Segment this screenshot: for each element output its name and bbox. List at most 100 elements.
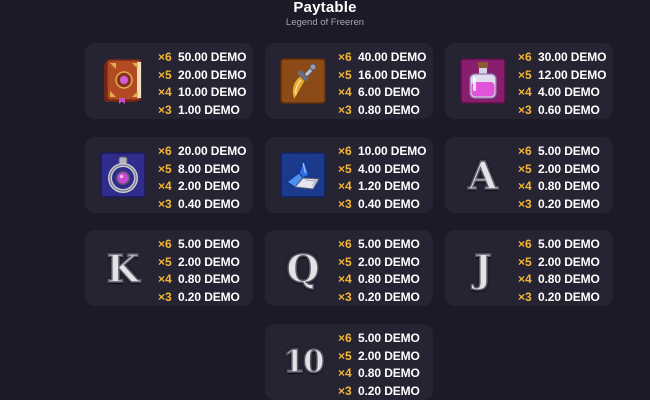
payout-amount: 2.00 DEMO bbox=[538, 161, 600, 176]
payout-amount: 0.20 DEMO bbox=[538, 196, 600, 211]
multiplier-label: ×4 bbox=[518, 85, 532, 99]
pay-row: ×4 0.80 DEMO bbox=[338, 270, 420, 288]
multiplier-label: ×6 bbox=[158, 50, 172, 64]
pay-row: ×4 0.80 DEMO bbox=[158, 270, 240, 288]
payout-amount: 16.00 DEMO bbox=[358, 67, 427, 82]
crystal-icon bbox=[279, 151, 327, 199]
pay-row: ×5 8.00 DEMO bbox=[158, 160, 246, 178]
payout-amount: 0.20 DEMO bbox=[538, 289, 600, 304]
pay-row: ×3 0.40 DEMO bbox=[158, 195, 246, 213]
pay-row: ×3 0.20 DEMO bbox=[518, 288, 600, 306]
multiplier-label: ×5 bbox=[518, 67, 532, 82]
pay-row: ×4 2.00 DEMO bbox=[158, 177, 246, 195]
pay-row: ×4 4.00 DEMO bbox=[518, 83, 606, 101]
paytable-card-dagger: ×6 40.00 DEMO ×5 16.00 DEMO ×4 6.00 DEMO ×3… bbox=[265, 43, 433, 119]
payout-amount: 0.20 DEMO bbox=[358, 289, 420, 304]
payout-amount: 5.00 DEMO bbox=[538, 144, 600, 158]
multiplier-label: ×6 bbox=[338, 50, 352, 64]
pay-row: ×5 20.00 DEMO bbox=[158, 66, 246, 84]
payout-amount: 0.80 DEMO bbox=[178, 272, 240, 286]
letter-q-icon: Q bbox=[286, 245, 321, 292]
multiplier-label: ×6 bbox=[518, 144, 532, 158]
payout-amount: 0.80 DEMO bbox=[538, 179, 600, 193]
payout-amount: 5.00 DEMO bbox=[538, 237, 600, 251]
multiplier-label: ×3 bbox=[338, 289, 352, 304]
payout-amount: 0.80 DEMO bbox=[358, 272, 420, 286]
paytable-card-book: ×6 50.00 DEMO ×5 20.00 DEMO ×4 10.00 DEMO ×… bbox=[85, 43, 253, 119]
pay-row: ×5 2.00 DEMO bbox=[158, 253, 240, 271]
pay-row: ×3 0.20 DEMO bbox=[338, 288, 420, 306]
multiplier-label: ×6 bbox=[338, 144, 352, 158]
multiplier-label: ×3 bbox=[518, 289, 532, 304]
payout-amount: 10.00 DEMO bbox=[178, 85, 247, 99]
multiplier-label: ×6 bbox=[518, 50, 532, 64]
payout-amount: 0.80 DEMO bbox=[538, 272, 600, 286]
payout-amount: 40.00 DEMO bbox=[358, 50, 427, 64]
multiplier-label: ×4 bbox=[338, 272, 352, 286]
payout-amount: 0.80 DEMO bbox=[358, 366, 420, 380]
payout-amount: 8.00 DEMO bbox=[178, 161, 240, 176]
book-icon bbox=[99, 57, 147, 105]
payout-amount: 2.00 DEMO bbox=[538, 254, 600, 269]
paytable-card-j: J ×6 5.00 DEMO ×5 2.00 DEMO ×4 0.80 DEMO ×3… bbox=[445, 230, 613, 306]
payout-amount: 5.00 DEMO bbox=[178, 237, 240, 251]
multiplier-label: ×3 bbox=[158, 102, 172, 117]
paytable-card-a: A ×6 5.00 DEMO ×5 2.00 DEMO ×4 0.80 DEMO ×3… bbox=[445, 137, 613, 213]
payout-amount: 5.00 DEMO bbox=[358, 331, 420, 345]
page-title: Paytable bbox=[293, 0, 357, 16]
payout-amount: 12.00 DEMO bbox=[538, 67, 607, 82]
payout-amount: 2.00 DEMO bbox=[178, 179, 240, 193]
multiplier-label: ×4 bbox=[338, 366, 352, 380]
multiplier-label: ×6 bbox=[338, 331, 352, 345]
multiplier-label: ×3 bbox=[338, 102, 352, 117]
multiplier-label: ×5 bbox=[338, 161, 352, 176]
payout-amount: 0.80 DEMO bbox=[358, 102, 420, 117]
multiplier-label: ×3 bbox=[518, 196, 532, 211]
payout-amount: 2.00 DEMO bbox=[358, 348, 420, 363]
multiplier-label: ×4 bbox=[338, 85, 352, 99]
potion-icon bbox=[459, 57, 507, 105]
pay-row: ×4 10.00 DEMO bbox=[158, 83, 246, 101]
pay-row: ×3 0.20 DEMO bbox=[518, 195, 600, 213]
pay-row: ×5 2.00 DEMO bbox=[518, 253, 600, 271]
pay-row: ×3 1.00 DEMO bbox=[158, 101, 246, 119]
page-subtitle: Legend of Freeren bbox=[285, 17, 365, 28]
payout-amount: 1.00 DEMO bbox=[178, 102, 240, 117]
payout-amount: 20.00 DEMO bbox=[178, 144, 247, 158]
payout-amount: 5.00 DEMO bbox=[358, 237, 420, 251]
paytable-card-k: K ×6 5.00 DEMO ×5 2.00 DEMO ×4 0.80 DEMO ×3… bbox=[85, 230, 253, 306]
pay-row: ×3 0.40 DEMO bbox=[338, 195, 426, 213]
pay-row: ×6 5.00 DEMO bbox=[158, 235, 240, 253]
paytable-screen: Paytable Legend of Freeren ×6 50.00 DEMO … bbox=[0, 0, 650, 400]
pay-row: ×3 0.20 DEMO bbox=[338, 382, 420, 400]
pay-row: ×6 20.00 DEMO bbox=[158, 142, 246, 160]
multiplier-label: ×5 bbox=[518, 254, 532, 269]
pay-row: ×6 5.00 DEMO bbox=[518, 142, 600, 160]
pay-row: ×4 6.00 DEMO bbox=[338, 83, 426, 101]
payout-amount: 1.20 DEMO bbox=[358, 179, 420, 193]
pay-row: ×3 0.20 DEMO bbox=[158, 288, 240, 306]
pay-row: ×6 10.00 DEMO bbox=[338, 142, 426, 160]
paytable-card-crystal: ×6 10.00 DEMO ×5 4.00 DEMO ×4 1.20 DEMO ×3 0… bbox=[265, 137, 433, 213]
multiplier-label: ×3 bbox=[158, 289, 172, 304]
pay-row: ×6 5.00 DEMO bbox=[518, 235, 600, 253]
paytable-card-ring: ×6 20.00 DEMO ×5 8.00 DEMO ×4 2.00 DEMO ×3 0… bbox=[85, 137, 253, 213]
multiplier-label: ×6 bbox=[158, 237, 172, 251]
multiplier-label: ×4 bbox=[518, 179, 532, 193]
multiplier-label: ×3 bbox=[518, 102, 532, 117]
letter-j-icon: J bbox=[473, 245, 492, 292]
multiplier-label: ×5 bbox=[158, 254, 172, 269]
payout-amount: 20.00 DEMO bbox=[178, 67, 247, 82]
multiplier-label: ×5 bbox=[338, 254, 352, 269]
pay-row: ×6 5.00 DEMO bbox=[338, 329, 420, 347]
multiplier-label: ×4 bbox=[338, 179, 352, 193]
multiplier-label: ×3 bbox=[338, 196, 352, 211]
pay-row: ×5 4.00 DEMO bbox=[338, 160, 426, 178]
pay-row: ×5 2.00 DEMO bbox=[338, 347, 420, 365]
payout-amount: 2.00 DEMO bbox=[178, 254, 240, 269]
multiplier-label: ×4 bbox=[158, 272, 172, 286]
multiplier-label: ×6 bbox=[338, 237, 352, 251]
pay-row: ×4 0.80 DEMO bbox=[338, 364, 420, 382]
letter-a-icon: A bbox=[468, 152, 499, 199]
payout-amount: 4.00 DEMO bbox=[358, 161, 420, 176]
